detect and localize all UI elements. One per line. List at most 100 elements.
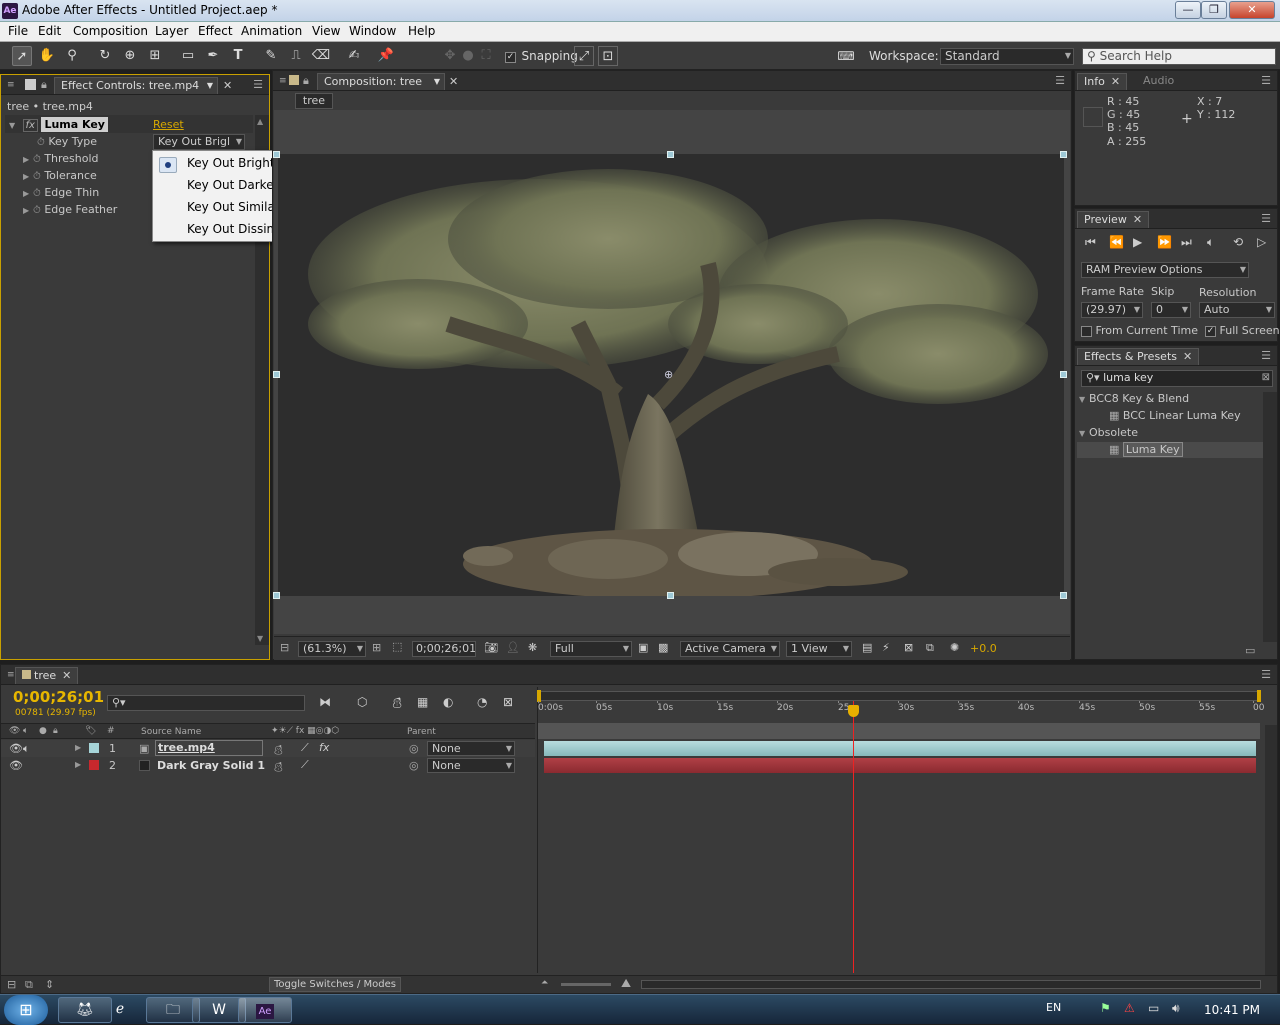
effect-item-selected[interactable]: ▦ Luma Key (1109, 442, 1183, 457)
expand-triangle-icon[interactable]: ▶ (75, 760, 81, 769)
transfer-controls-icon[interactable]: ⧉ (25, 978, 33, 992)
full-screen-toggle[interactable]: ✓ Full Screen (1205, 324, 1280, 337)
search-help-input[interactable]: ⚲ Search Help (1082, 48, 1276, 65)
expand-triangle-icon[interactable]: ▶ (75, 743, 81, 752)
key-type-select[interactable]: Key Out Brigl ▼ (153, 134, 245, 150)
start-button[interactable]: ⊞ (4, 995, 48, 1025)
menu-window[interactable]: Window (349, 24, 396, 38)
property-tolerance[interactable]: ▶ ⏱ Tolerance (23, 169, 97, 182)
in-out-icon[interactable]: ⇕ (45, 978, 54, 991)
snap-edges-icon[interactable]: ⤢ (574, 46, 594, 66)
network-icon[interactable]: ⚑ (1100, 1001, 1111, 1015)
zoom-slider[interactable] (561, 983, 611, 986)
clear-search-icon[interactable]: ⊠ (1262, 371, 1270, 385)
preview-resolution-select[interactable]: Auto ▼ (1199, 302, 1275, 318)
pen-tool-icon[interactable]: ✒ (203, 46, 223, 66)
frame-blending-icon[interactable]: ▦ (417, 695, 428, 709)
new-folder-icon[interactable]: ▭ (1245, 644, 1255, 657)
layer-name[interactable]: tree.mp4 (155, 740, 263, 756)
tab-audio[interactable]: Audio (1137, 73, 1180, 90)
lock-icon[interactable]: 🔒︎ (303, 74, 309, 88)
channels-icon[interactable]: ❋ (528, 641, 537, 654)
view-layout-select[interactable]: 1 View ▼ (786, 641, 852, 657)
source-name-column-header[interactable]: Source Name (141, 727, 201, 737)
tab-preview[interactable]: Preview ✕ (1077, 211, 1150, 228)
current-time-indicator[interactable] (853, 701, 854, 973)
grid-icon[interactable]: ⊞ (372, 641, 381, 654)
exposure-icon[interactable]: ✺ (950, 641, 959, 654)
mute-audio-icon[interactable]: 🔈︎ (1207, 235, 1214, 250)
playhead-icon[interactable] (848, 705, 859, 717)
audio-toggle-icon[interactable]: 🔈︎ (23, 726, 28, 736)
property-edge-thin[interactable]: ▶ ⏱ Edge Thin (23, 186, 99, 199)
expand-triangle-icon[interactable]: ▼ (9, 121, 19, 130)
3d-draft-icon[interactable]: ⬡ (357, 695, 367, 709)
current-timecode[interactable]: 0;00;26;01 (13, 688, 104, 706)
parent-select[interactable]: None ▼ (427, 758, 515, 773)
label-column-icon[interactable]: 🏷︎ (85, 726, 96, 736)
layer-row[interactable]: 👁︎ ▶ 2 Dark Gray Solid 1 ⛄︎ ⟋ ◎ None ▼ (1, 757, 535, 774)
layer-search-input[interactable]: ⚲▾ (107, 695, 305, 711)
zoom-in-icon[interactable]: ⛰ (621, 976, 631, 991)
effect-name[interactable]: Luma Key (41, 117, 108, 132)
panel-menu-icon[interactable]: ☰ (1261, 74, 1271, 87)
loop-icon[interactable]: ⟲ (1233, 235, 1243, 249)
from-current-time-checkbox[interactable] (1081, 325, 1092, 337)
audio-speaker-icon[interactable]: 🔈︎ (23, 742, 30, 756)
lock-column-icon[interactable]: 🔒︎ (53, 726, 58, 736)
puppet-pin-tool-icon[interactable]: 📌 (376, 46, 396, 66)
close-button[interactable]: ✕ (1229, 1, 1275, 19)
clock[interactable]: 10:41 PM (1204, 1003, 1260, 1017)
panel-menu-icon[interactable]: ☰ (1261, 668, 1271, 681)
label-color-swatch[interactable] (89, 760, 99, 770)
always-preview-icon[interactable]: ⊟ (280, 641, 289, 654)
panel-menu-icon[interactable]: ☰ (1261, 212, 1271, 225)
option-key-out-similar[interactable]: Key Out Similar (187, 200, 280, 214)
snapshot-camera-icon[interactable]: 📷︎ (484, 641, 498, 654)
close-icon[interactable]: ✕ (223, 79, 232, 92)
roto-brush-tool-icon[interactable]: ✍ (344, 46, 364, 66)
timeline-graph-area[interactable]: 0:00s 05s 10s 15s 20s 25s 30s 35s 40s 45… (537, 687, 1264, 973)
stopwatch-icon[interactable]: ⏱ (33, 205, 41, 216)
skip-select[interactable]: 0 ▼ (1151, 302, 1191, 318)
eraser-tool-icon[interactable]: ⌫ (311, 46, 331, 66)
volume-icon[interactable]: 🔊︎ (1172, 1001, 1180, 1016)
workspace-select[interactable]: Standard ▼ (940, 48, 1074, 65)
exposure-value[interactable]: +0.0 (970, 642, 997, 655)
after-effects-icon[interactable]: Ae (238, 997, 292, 1023)
transform-handle[interactable] (273, 371, 280, 378)
comp-name-tab[interactable]: tree (295, 93, 333, 109)
close-icon[interactable]: ✕ (449, 75, 458, 88)
menu-layer[interactable]: Layer (155, 24, 188, 38)
group-obsolete[interactable]: ▼ Obsolete (1079, 426, 1138, 439)
fx-switch-icon[interactable]: fx (319, 741, 329, 754)
rectangle-tool-icon[interactable]: ▭ (178, 46, 198, 66)
video-eye-icon[interactable]: 👁︎ (9, 742, 23, 755)
lock-icon[interactable]: 🔒︎ (41, 78, 47, 92)
rotation-tool-icon[interactable]: ↻ (95, 46, 115, 66)
zoom-out-icon[interactable]: ⏶ (541, 978, 548, 988)
quality-switch-icon[interactable]: ⟋ (301, 758, 309, 772)
stopwatch-icon[interactable]: ⏱ (33, 154, 41, 165)
next-frame-icon[interactable]: ⏩ (1157, 235, 1172, 249)
zoom-tool-icon[interactable]: ⚲ (62, 46, 82, 66)
transparency-grid-icon[interactable]: ▩ (658, 641, 668, 654)
stopwatch-icon[interactable]: ⏱ (33, 188, 41, 199)
hand-tool-icon[interactable]: ✋ (37, 46, 57, 66)
warning-icon[interactable]: ⚠ (1124, 1001, 1135, 1015)
layer-bar-tree[interactable] (544, 741, 1256, 756)
selection-tool-icon[interactable]: ➚ (12, 46, 32, 66)
ie-icon[interactable]: ℯ (100, 997, 140, 1023)
region-of-interest-icon[interactable]: ⬚ (392, 640, 402, 653)
transform-handle[interactable] (667, 151, 674, 158)
snapping-toggle[interactable]: ✓ Snapping (505, 49, 578, 63)
pan-behind-tool-icon[interactable]: ⊞ (145, 46, 165, 66)
tab-effect-controls[interactable]: Effect Controls: tree.mp4 ▼ (54, 77, 218, 94)
brush-tool-icon[interactable]: ✎ (261, 46, 281, 66)
ram-preview-options-select[interactable]: RAM Preview Options ▼ (1081, 262, 1249, 278)
luma-key-effect-row[interactable]: ▼ fx Luma Key (9, 117, 108, 132)
zoom-select[interactable]: (61.3%) ▼ (298, 641, 366, 657)
transform-handle[interactable] (273, 592, 280, 599)
drag-grip-icon[interactable]: ≡ (7, 80, 15, 90)
graph-editor-icon[interactable]: ◔ (477, 695, 487, 709)
